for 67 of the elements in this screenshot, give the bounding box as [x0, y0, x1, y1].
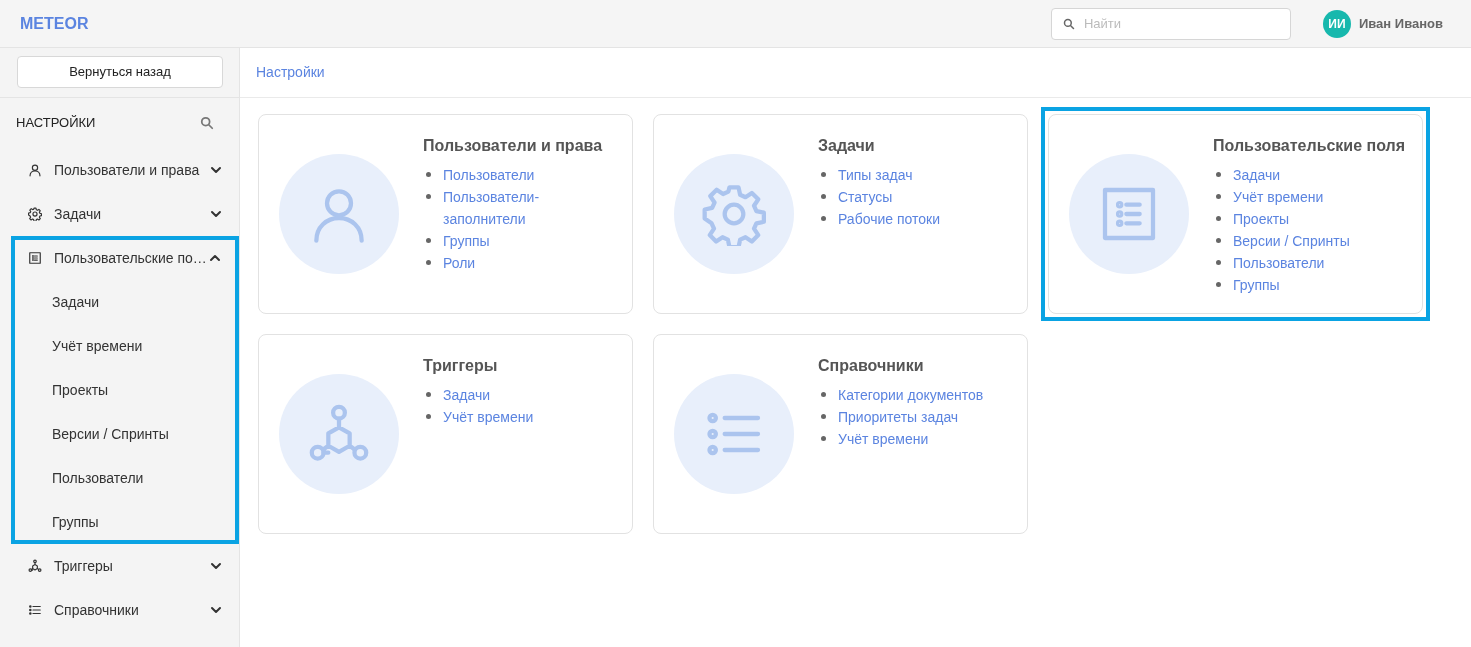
- bullet-icon: [426, 194, 431, 199]
- sidebar-subitem[interactable]: Пользователи: [11, 456, 239, 500]
- bullet-icon: [821, 436, 826, 441]
- card-link[interactable]: Версии / Спринты: [1233, 230, 1350, 252]
- sidebar-subitem[interactable]: Версии / Спринты: [11, 412, 239, 456]
- list-box-icon: [28, 251, 42, 265]
- bullet-icon: [821, 172, 826, 177]
- card-title: Пользователи и права: [423, 136, 603, 156]
- search-icon: [1062, 17, 1075, 30]
- bullet-icon: [821, 194, 826, 199]
- bullet-icon: [821, 414, 826, 419]
- card-link[interactable]: Учёт времени: [443, 406, 534, 428]
- sidebar-item[interactable]: Пользовательские по…: [11, 236, 239, 280]
- card-link[interactable]: Рабочие потоки: [838, 208, 940, 230]
- card-title: Задачи: [818, 136, 876, 156]
- bullet-icon: [426, 260, 431, 265]
- card-link[interactable]: Пользователи-заполнители: [443, 186, 603, 230]
- card-link[interactable]: Типы задач: [838, 164, 913, 186]
- sidebar-subitem[interactable]: Проекты: [11, 368, 239, 412]
- card-title: Триггеры: [423, 356, 499, 376]
- card-link[interactable]: Группы: [443, 230, 490, 252]
- sidebar-subitem[interactable]: Учёт времени: [11, 324, 239, 368]
- user-name[interactable]: Иван Иванов: [1358, 13, 1443, 34]
- sidebar-item[interactable]: Пользователи и права: [0, 148, 239, 192]
- bullet-icon: [1216, 238, 1221, 243]
- card-link[interactable]: Пользователи: [443, 164, 535, 186]
- card-link[interactable]: Проекты: [1233, 208, 1290, 230]
- card-link[interactable]: Роли: [443, 252, 476, 274]
- bullet-icon: [426, 172, 431, 177]
- bullet-icon: [1216, 216, 1221, 221]
- app-logo[interactable]: METEOR: [20, 11, 89, 36]
- card-link[interactable]: Приоритеты задач: [838, 406, 959, 428]
- list-icon: [28, 603, 42, 617]
- gear-icon: [702, 182, 766, 246]
- sidebar-item[interactable]: Триггеры: [0, 544, 239, 588]
- card-link[interactable]: Категории документов: [838, 384, 984, 406]
- bullet-icon: [821, 216, 826, 221]
- card-link[interactable]: Задачи: [1233, 164, 1280, 186]
- breadcrumb-link[interactable]: Настройки: [256, 62, 325, 83]
- bullet-icon: [1216, 172, 1221, 177]
- bullet-icon: [426, 238, 431, 243]
- bullet-icon: [426, 414, 431, 419]
- card-link[interactable]: Учёт времени: [1233, 186, 1324, 208]
- card-link[interactable]: Группы: [1233, 274, 1280, 296]
- card-link[interactable]: Задачи: [443, 384, 490, 406]
- search-field[interactable]: Найти: [1050, 7, 1291, 40]
- card-title: Пользовательские поля: [1213, 136, 1406, 156]
- sidebar-title: НАСТРОЙКИ: [16, 114, 96, 133]
- sidebar-subitem[interactable]: Задачи: [11, 280, 239, 324]
- card-title: Справочники: [818, 356, 925, 376]
- user-icon: [28, 163, 42, 177]
- bullet-icon: [1216, 194, 1221, 199]
- sidebar-subitem[interactable]: Группы: [11, 500, 239, 544]
- sidebar-item[interactable]: Справочники: [0, 588, 239, 632]
- card-link[interactable]: Пользователи: [1233, 252, 1325, 274]
- search-icon: [200, 116, 214, 130]
- bullet-icon: [1216, 260, 1221, 265]
- gear-icon: [28, 207, 42, 221]
- bullet-icon: [426, 392, 431, 397]
- back-button[interactable]: Вернуться назад: [17, 56, 223, 88]
- card-link[interactable]: Статусы: [838, 186, 893, 208]
- nodes-icon: [28, 559, 42, 573]
- card-link[interactable]: Учёт времени: [838, 428, 929, 450]
- bullet-icon: [821, 392, 826, 397]
- user-avatar[interactable]: ИИ: [1322, 9, 1351, 38]
- sidebar-item[interactable]: Задачи: [0, 192, 239, 236]
- bullet-icon: [1216, 282, 1221, 287]
